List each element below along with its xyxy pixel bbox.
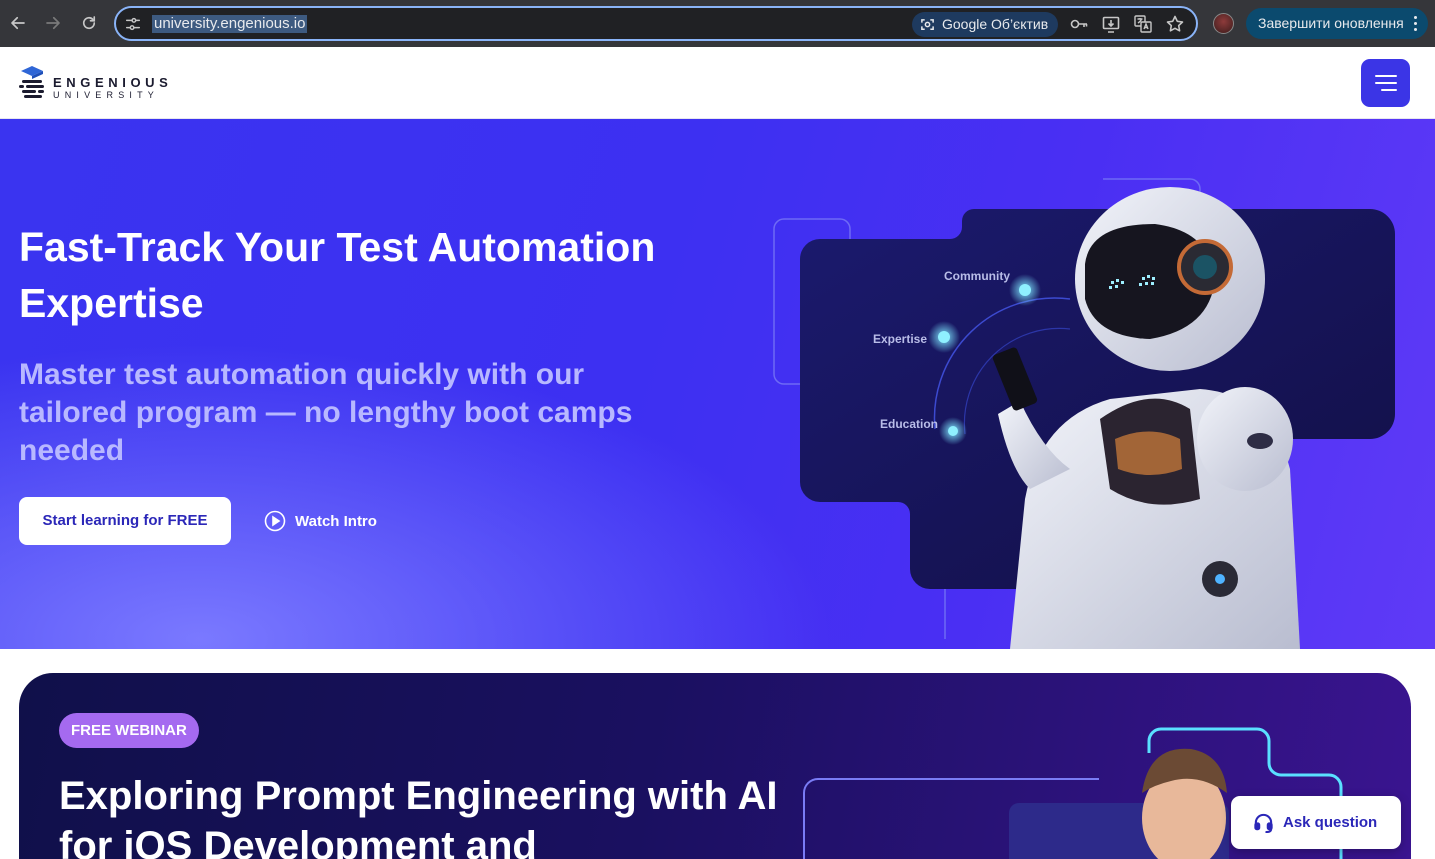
ask-question-button[interactable]: Ask question — [1231, 796, 1401, 849]
logo-subtitle: UNIVERSITY — [53, 90, 160, 100]
browser-toolbar: university.engenious.io Google Об’єктив … — [0, 0, 1435, 47]
google-lens-button[interactable]: Google Об’єктив — [912, 12, 1059, 37]
headset-icon — [1254, 813, 1273, 833]
logo-wordmark: ENGENIOUS — [53, 75, 173, 90]
address-bar[interactable]: university.engenious.io Google Об’єктив — [114, 6, 1198, 41]
back-icon[interactable] — [6, 11, 30, 35]
forward-icon[interactable] — [41, 11, 65, 35]
logo-mark-icon — [19, 66, 44, 98]
art-label-community: Community — [944, 269, 1010, 283]
hero-section: Fast-Track Your Test Automation Expertis… — [0, 119, 1435, 649]
more-menu-icon[interactable] — [1414, 16, 1418, 31]
robot-illustration: Community Expertise Education — [770, 169, 1410, 649]
art-label-education: Education — [880, 417, 939, 431]
watch-intro-button[interactable]: Watch Intro — [264, 509, 377, 533]
finish-update-button[interactable]: Завершити оновлення — [1246, 8, 1428, 39]
translate-icon[interactable] — [1133, 14, 1153, 34]
install-app-icon[interactable] — [1101, 14, 1121, 34]
ask-question-label: Ask question — [1283, 814, 1378, 831]
watch-intro-label: Watch Intro — [295, 512, 377, 530]
profile-avatar[interactable] — [1213, 13, 1234, 34]
hamburger-menu-icon — [1374, 75, 1397, 91]
google-lens-icon — [921, 19, 934, 30]
password-key-icon[interactable] — [1069, 14, 1089, 34]
start-learning-button[interactable]: Start learning for FREE — [19, 497, 231, 545]
google-lens-label: Google Об’єктив — [942, 16, 1049, 32]
webinar-card[interactable]: FREE WEBINAR Exploring Prompt Engineerin… — [19, 673, 1411, 859]
url-text[interactable]: university.engenious.io — [152, 15, 308, 33]
site-header: ENGENIOUS UNIVERSITY — [0, 47, 1435, 119]
play-icon — [264, 510, 286, 532]
hero-title: Fast-Track Your Test Automation Expertis… — [19, 224, 656, 326]
site-settings-icon[interactable] — [124, 15, 142, 33]
free-webinar-badge: FREE WEBINAR — [59, 713, 199, 748]
finish-update-label: Завершити оновлення — [1258, 15, 1404, 31]
menu-button[interactable] — [1361, 59, 1410, 107]
art-label-expertise: Expertise — [873, 332, 928, 346]
bookmark-star-icon[interactable] — [1165, 14, 1185, 34]
webinar-title: Exploring Prompt Engineering with AI for… — [59, 774, 778, 859]
hero-subtitle: Master test automation quickly with our … — [19, 358, 633, 467]
engenious-logo[interactable]: ENGENIOUS UNIVERSITY — [18, 65, 188, 103]
reload-icon[interactable] — [77, 11, 101, 35]
